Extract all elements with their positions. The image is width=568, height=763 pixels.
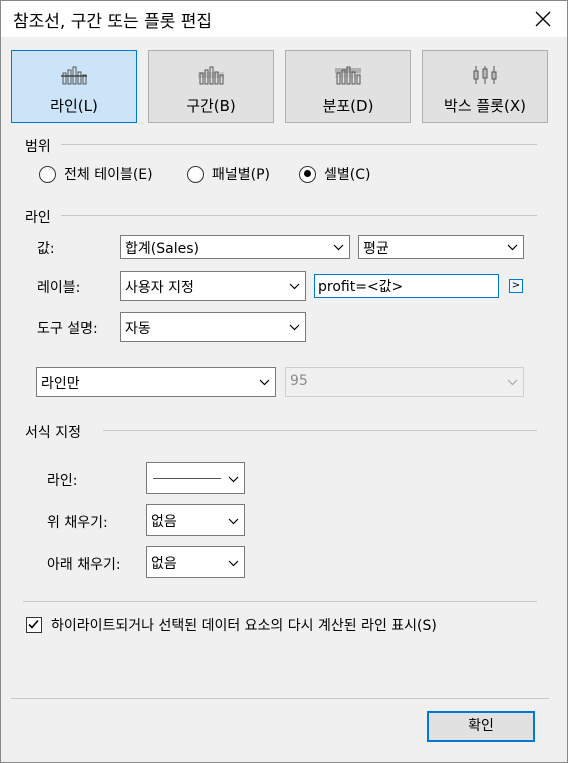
chevron-down-icon	[228, 476, 239, 483]
scope-divider	[61, 144, 537, 145]
fill-above-label: 위 채우기:	[47, 515, 108, 531]
label-label: 레이블:	[37, 280, 81, 296]
fill-below-select[interactable]: 없음	[146, 546, 245, 578]
chevron-down-icon	[289, 324, 300, 331]
radio-circle	[187, 165, 204, 183]
scope-entire-table-label: 전체 테이블(E)	[64, 167, 153, 183]
tab-line-label: 라인(L)	[50, 97, 98, 115]
value-label: 값:	[37, 241, 55, 257]
checkmark-icon	[28, 619, 39, 629]
fill-above-value: 없음	[151, 514, 177, 530]
radio-circle-selected	[299, 165, 316, 183]
line-style-select[interactable]	[146, 462, 245, 494]
display-mode-value: 라인만	[41, 376, 80, 392]
fill-below-label: 아래 채우기:	[47, 557, 121, 573]
scope-per-pane-label: 패널별(P)	[212, 167, 271, 183]
recalc-line-checkbox[interactable]: 하이라이트되거나 선택된 데이터 요소의 다시 계산된 라인 표시(S)	[26, 615, 437, 635]
scope-per-pane-radio[interactable]: 패널별(P)	[187, 164, 270, 184]
insert-field-button[interactable]: >	[509, 279, 523, 293]
title-bar: 참조선, 구간 또는 플롯 편집	[1, 1, 567, 37]
custom-label-input[interactable]	[314, 274, 499, 298]
chevron-down-icon	[507, 379, 518, 386]
line-section-title: 라인	[25, 210, 51, 226]
display-mode-select[interactable]: 라인만	[36, 367, 276, 397]
confidence-select: 95	[285, 367, 524, 397]
value-field-value: 합계(Sales)	[125, 241, 199, 257]
line-style-preview	[153, 478, 221, 479]
tab-band-label: 구간(B)	[186, 97, 236, 115]
chevron-down-icon	[259, 379, 270, 386]
close-icon	[535, 11, 551, 27]
tab-distribution-label: 분포(D)	[322, 97, 374, 115]
band-bars-icon	[198, 66, 224, 85]
scope-per-cell-radio[interactable]: 셀별(C)	[299, 164, 370, 184]
line-style-label: 라인:	[47, 473, 78, 489]
scope-per-cell-label: 셀별(C)	[324, 167, 371, 183]
footer-divider	[11, 698, 549, 699]
distribution-bars-icon	[335, 66, 361, 85]
scope-entire-table-radio[interactable]: 전체 테이블(E)	[39, 164, 153, 184]
window-title: 참조선, 구간 또는 플롯 편집	[13, 12, 213, 32]
scope-section-title: 범위	[25, 139, 51, 155]
label-mode-select[interactable]: 사용자 지정	[120, 271, 306, 301]
checkbox-box	[26, 617, 42, 633]
recalc-line-label: 하이라이트되거나 선택된 데이터 요소의 다시 계산된 라인 표시(S)	[51, 618, 437, 634]
chevron-down-icon	[333, 244, 344, 251]
chevron-down-icon	[228, 560, 239, 567]
edit-reference-line-dialog: 참조선, 구간 또는 플롯 편집 라인(L) 구간(B) 분포(D) 박스 플롯…	[0, 0, 568, 763]
confidence-value: 95	[290, 373, 308, 389]
chevron-down-icon	[289, 283, 300, 290]
chevron-down-icon	[228, 518, 239, 525]
tooltip-label: 도구 설명:	[37, 321, 98, 337]
fill-above-select[interactable]: 없음	[146, 504, 245, 536]
aggregation-value: 평균	[363, 241, 389, 257]
chevron-down-icon	[507, 244, 518, 251]
ok-button[interactable]: 확인	[427, 711, 535, 742]
line-bars-icon	[61, 66, 87, 85]
tab-box-plot-label: 박스 플롯(X)	[444, 97, 526, 115]
fill-below-value: 없음	[151, 556, 177, 572]
value-field-select[interactable]: 합계(Sales)	[120, 235, 350, 259]
close-button[interactable]	[527, 3, 559, 35]
box-plot-icon	[473, 66, 497, 84]
format-section-title: 서식 지정	[25, 425, 81, 441]
tab-band[interactable]: 구간(B)	[148, 50, 274, 123]
aggregation-select[interactable]: 평균	[358, 235, 524, 259]
tab-distribution[interactable]: 분포(D)	[285, 50, 411, 123]
format-divider	[103, 430, 537, 431]
radio-circle	[39, 165, 56, 183]
tooltip-mode-value: 자동	[125, 321, 151, 337]
tooltip-mode-select[interactable]: 자동	[120, 312, 306, 342]
recalc-divider	[23, 601, 537, 602]
label-mode-value: 사용자 지정	[125, 280, 194, 296]
line-divider	[61, 215, 537, 216]
tab-box-plot[interactable]: 박스 플롯(X)	[422, 50, 548, 123]
tab-line[interactable]: 라인(L)	[11, 50, 137, 123]
